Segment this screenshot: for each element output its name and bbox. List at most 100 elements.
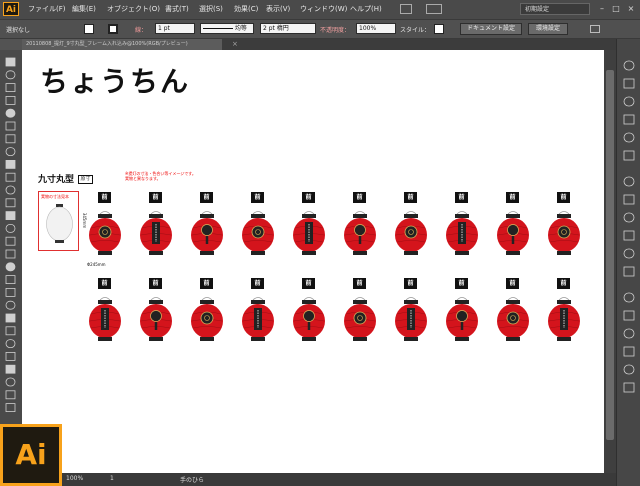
artboard-number[interactable]: 1 [110,475,114,482]
perspective-icon[interactable] [5,275,16,285]
free-transform-icon[interactable] [5,249,16,259]
lantern-image[interactable] [343,296,377,346]
menu-effect[interactable]: 効果(C) [234,4,258,14]
artboards-panel-icon[interactable] [623,266,635,277]
menu-window[interactable]: ウィンドウ(W) [300,4,347,14]
stroke-weight-field[interactable]: 1 pt [155,23,195,34]
gradient-icon[interactable] [5,300,16,310]
selection-tool-icon[interactable] [5,57,16,67]
character-icon[interactable] [623,292,635,303]
lasso-icon[interactable] [5,96,16,105]
transform-icon[interactable] [623,382,635,393]
symbols-icon[interactable] [623,132,635,143]
arrange-documents-icon[interactable] [426,4,442,14]
opacity-label[interactable]: 不透明度： [320,25,350,34]
lantern-image[interactable] [445,210,479,260]
preferences-button[interactable]: 環境設定 [528,23,568,35]
scale-icon[interactable] [5,223,16,233]
brush-definition[interactable]: 2 pt 楕円 [260,23,316,34]
close-window-button[interactable]: × [624,2,638,15]
variable-width-profile[interactable]: 均等 [200,23,254,34]
stroke-swatch[interactable] [108,24,118,34]
layers-icon[interactable] [623,248,635,259]
opacity-field[interactable]: 100% [356,23,396,34]
lantern-image[interactable] [547,296,581,346]
minimize-button[interactable]: – [595,2,609,15]
lantern-image[interactable] [547,210,581,260]
lantern-image[interactable] [241,210,275,260]
slice-icon[interactable] [5,377,16,387]
menu-object[interactable]: オブジェクト(O) [107,4,160,14]
gradient-panel-icon[interactable] [623,176,635,187]
rotate-icon[interactable] [5,211,16,221]
paragraph-icon[interactable] [623,310,635,321]
document-setup-button[interactable]: ドキュメント設定 [460,23,522,35]
shape-builder-icon[interactable] [5,262,16,272]
artboard-canvas[interactable]: ちょうちん 九寸丸型 原寸 ※提灯の寸法・色合い等イメージです。 実物と異なります… [22,50,604,473]
blend-icon[interactable] [5,326,16,336]
scroll-thumb[interactable] [606,70,614,440]
lantern-image[interactable] [190,210,224,260]
mesh-icon[interactable] [5,287,16,297]
line-icon[interactable] [5,134,16,144]
width-icon[interactable] [5,236,16,246]
blob-brush-icon[interactable] [5,185,16,195]
pathfinder-icon[interactable] [623,364,635,375]
column-graph-icon[interactable] [5,351,16,361]
document-tab[interactable]: 20110808_提灯_9寸丸型_フレーム入れ込み@100%(RGB/プレビュー… [22,39,222,50]
artboard-icon[interactable] [5,364,16,374]
eraser-icon[interactable] [5,198,16,208]
lantern-image[interactable] [496,210,530,260]
maximize-button[interactable]: □ [609,2,623,15]
workspace-switcher[interactable]: 初期設定 [520,3,590,15]
stroke-panel-icon[interactable] [623,150,635,161]
lantern-image[interactable] [190,296,224,346]
graphic-styles-icon[interactable] [623,230,635,241]
zoom-icon[interactable] [5,403,16,413]
type-icon[interactable] [5,121,16,131]
zoom-level[interactable]: 100% [66,475,83,482]
menu-file[interactable]: ファイル(F) [28,4,66,14]
direct-selection-tool-icon[interactable] [5,70,16,80]
current-tool-label[interactable]: 手のひら [180,475,204,484]
fill-swatch[interactable] [84,24,94,34]
menu-help[interactable]: ヘルプ(H) [350,4,382,14]
lantern-image[interactable] [88,296,122,346]
brushes-icon[interactable] [623,114,635,125]
eyedropper-icon[interactable] [5,313,16,323]
pen-icon[interactable] [5,108,16,118]
transparency-icon[interactable] [623,194,635,205]
lantern-image[interactable] [139,210,173,260]
rectangle-icon[interactable] [5,147,16,156]
symbol-sprayer-icon[interactable] [5,339,16,349]
color-guide-icon[interactable] [623,78,635,89]
menu-select[interactable]: 選択(S) [199,4,223,14]
color-panel-icon[interactable] [623,60,635,71]
menu-edit[interactable]: 編集(E) [72,4,96,14]
lantern-image[interactable] [394,296,428,346]
bridge-icon[interactable] [400,4,412,14]
opentype-icon[interactable] [623,328,635,339]
vertical-scrollbar[interactable] [604,50,616,473]
menu-type[interactable]: 書式(T) [165,4,189,14]
align-options-icon[interactable] [590,25,600,33]
appearance-icon[interactable] [623,212,635,223]
paintbrush-icon[interactable] [5,160,16,169]
lantern-image[interactable] [394,210,428,260]
lantern-image[interactable] [343,210,377,260]
swatches-icon[interactable] [623,96,635,107]
close-tab-icon[interactable]: × [232,40,238,48]
lantern-image[interactable] [292,296,326,346]
menu-view[interactable]: 表示(V) [266,4,290,14]
magic-wand-icon[interactable] [5,83,16,92]
pencil-icon[interactable] [5,172,16,182]
hand-icon[interactable] [5,390,16,400]
lantern-image[interactable] [496,296,530,346]
align-icon[interactable] [623,346,635,357]
lantern-image[interactable] [241,296,275,346]
lantern-image[interactable] [139,296,173,346]
graphic-style-swatch[interactable] [434,24,444,34]
lantern-image[interactable] [292,210,326,260]
lantern-image[interactable] [445,296,479,346]
lantern-image[interactable] [88,210,122,260]
